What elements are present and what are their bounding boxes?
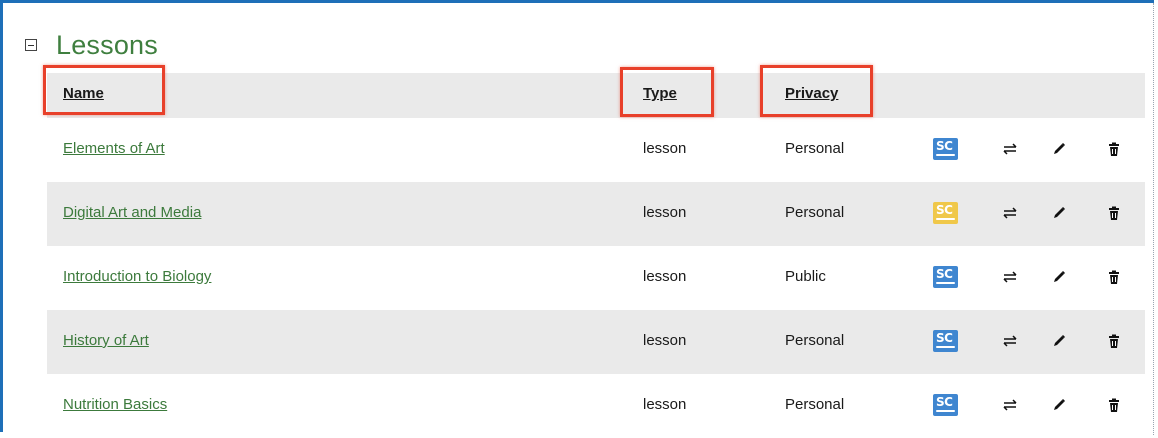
section-title: Lessons: [56, 29, 158, 60]
screencast-icon[interactable]: SC: [933, 330, 958, 352]
trash-icon[interactable]: [1105, 396, 1123, 414]
table-header-row: Name Type Privacy: [47, 73, 1145, 118]
lesson-name: Digital Art and Media: [63, 204, 201, 221]
lessons-table: Name Type Privacy Elements of Art lesson…: [47, 73, 1145, 438]
lesson-type: lesson: [643, 332, 687, 349]
lesson-link[interactable]: Elements of Art: [63, 140, 165, 157]
lesson-type: lesson: [643, 204, 687, 221]
swap-arrows-icon[interactable]: [1001, 140, 1019, 158]
table-row: Introduction to Biology lesson Public SC: [47, 246, 1145, 310]
table-row: History of Art lesson Personal SC: [47, 310, 1145, 374]
lesson-privacy: Personal: [785, 140, 845, 157]
lesson-privacy: Personal: [785, 396, 845, 413]
swap-arrows-icon[interactable]: [1001, 204, 1019, 222]
pencil-icon[interactable]: [1050, 140, 1068, 158]
pencil-icon[interactable]: [1050, 396, 1068, 414]
lesson-privacy: Public: [785, 268, 826, 285]
lesson-type: lesson: [643, 268, 687, 285]
lesson-privacy: Personal: [785, 204, 845, 221]
lesson-name: Elements of Art: [63, 140, 165, 157]
column-header-type[interactable]: Type: [643, 85, 677, 102]
swap-arrows-icon[interactable]: [1001, 396, 1019, 414]
pencil-icon[interactable]: [1050, 332, 1068, 350]
lesson-link[interactable]: Digital Art and Media: [63, 204, 201, 221]
lesson-type: lesson: [643, 140, 687, 157]
table-row: Digital Art and Media lesson Personal SC: [47, 182, 1145, 246]
lesson-link[interactable]: History of Art: [63, 332, 149, 349]
panel-divider: [1153, 3, 1154, 435]
pencil-icon[interactable]: [1050, 204, 1068, 222]
lesson-name: Nutrition Basics: [63, 396, 167, 413]
trash-icon[interactable]: [1105, 332, 1123, 350]
trash-icon[interactable]: [1105, 140, 1123, 158]
screencast-icon[interactable]: SC: [933, 394, 958, 416]
lesson-name: History of Art: [63, 332, 149, 349]
column-header-privacy[interactable]: Privacy: [785, 85, 838, 102]
trash-icon[interactable]: [1105, 268, 1123, 286]
lessons-panel: Lessons Name Type Privacy Elements of Ar…: [0, 0, 1154, 438]
table-row: Nutrition Basics lesson Personal SC: [47, 374, 1145, 438]
swap-arrows-icon[interactable]: [1001, 268, 1019, 286]
table-row: Elements of Art lesson Personal SC: [47, 118, 1145, 182]
lesson-link[interactable]: Introduction to Biology: [63, 268, 211, 285]
section-header: Lessons: [25, 27, 158, 63]
lesson-privacy: Personal: [785, 332, 845, 349]
lesson-name: Introduction to Biology: [63, 268, 211, 285]
swap-arrows-icon[interactable]: [1001, 332, 1019, 350]
lesson-link[interactable]: Nutrition Basics: [63, 396, 167, 413]
screencast-icon[interactable]: SC: [933, 266, 958, 288]
trash-icon[interactable]: [1105, 204, 1123, 222]
pencil-icon[interactable]: [1050, 268, 1068, 286]
collapse-toggle-icon[interactable]: [25, 39, 37, 51]
lesson-type: lesson: [643, 396, 687, 413]
column-header-name[interactable]: Name: [63, 85, 104, 102]
screencast-icon[interactable]: SC: [933, 138, 958, 160]
screencast-icon[interactable]: SC: [933, 202, 958, 224]
